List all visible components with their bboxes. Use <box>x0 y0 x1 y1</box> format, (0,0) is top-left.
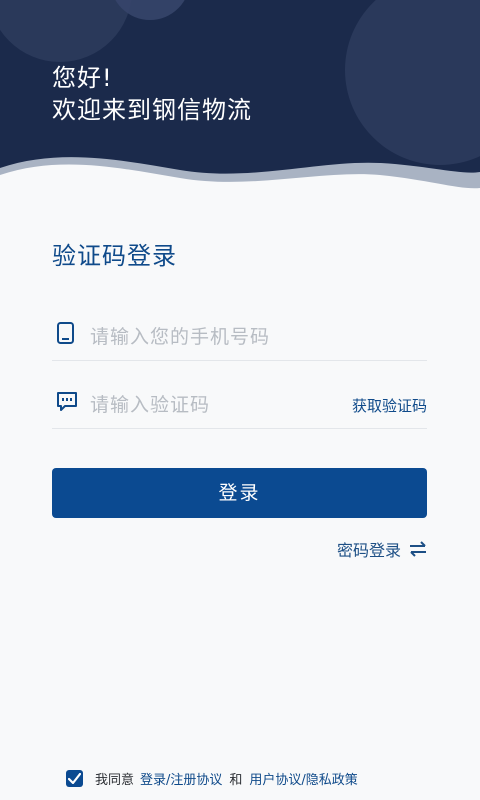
login-screen: 您好! 欢迎来到钢信物流 验证码登录 请输入您的手机号码 请输入验证码 获取验证… <box>0 0 480 800</box>
code-placeholder: 请输入验证码 <box>90 394 211 416</box>
message-icon <box>56 390 77 412</box>
phone-placeholder: 请输入您的手机号码 <box>90 326 271 348</box>
get-code-button[interactable]: 获取验证码 <box>352 395 427 416</box>
password-login-label: 密码登录 <box>336 541 401 560</box>
login-title: 验证码登录 <box>52 242 177 270</box>
login-button[interactable]: 登录 <box>52 468 427 518</box>
agreement-checkbox[interactable] <box>66 770 83 787</box>
greeting-line-2: 欢迎来到钢信物流 <box>52 96 252 124</box>
verification-code-field[interactable]: 请输入验证码 获取验证码 <box>52 372 427 429</box>
agreement-prefix: 我同意 <box>95 773 135 788</box>
check-icon <box>68 773 81 784</box>
swap-icon <box>409 541 427 557</box>
agreement-row: 我同意 登录/注册协议 和 用户协议/隐私政策 <box>66 769 358 788</box>
agreement-and: 和 <box>229 773 243 788</box>
password-login-switch[interactable]: 密码登录 <box>337 537 427 561</box>
phone-field[interactable]: 请输入您的手机号码 <box>52 304 427 361</box>
greeting: 您好! 欢迎来到钢信物流 <box>52 62 252 126</box>
privacy-policy-link[interactable]: 用户协议/隐私政策 <box>249 769 357 788</box>
header-banner: 您好! 欢迎来到钢信物流 <box>0 0 480 205</box>
greeting-line-1: 您好! <box>52 64 113 92</box>
phone-icon <box>56 322 76 344</box>
register-agreement-link[interactable]: 登录/注册协议 <box>140 769 222 788</box>
